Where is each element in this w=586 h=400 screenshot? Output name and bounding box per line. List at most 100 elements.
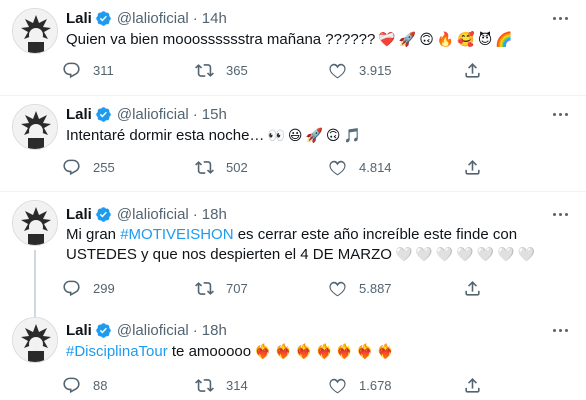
emoji: ❤‍🔥 (295, 344, 313, 360)
timestamp[interactable]: 18h (202, 206, 227, 223)
reply-button[interactable]: 299 (62, 278, 115, 298)
retweet-icon (195, 378, 214, 392)
share-button[interactable] (463, 375, 482, 395)
reply-button[interactable]: 311 (62, 60, 114, 80)
more-icon[interactable] (548, 8, 572, 28)
like-icon (329, 281, 346, 296)
emoji: ❤‍🔥 (356, 344, 374, 360)
emoji: ❤‍🔥 (274, 344, 292, 360)
tweet[interactable]: Lali @lalioficial · 15h Intentaré dormir… (0, 96, 586, 191)
retweet-count: 707 (226, 280, 248, 296)
emoji: 🤍 (435, 247, 454, 263)
like-button[interactable]: 4.814 (328, 157, 392, 177)
author-handle[interactable]: @lalioficial (117, 106, 189, 123)
retweet-count: 502 (226, 159, 248, 175)
share-icon (465, 62, 480, 78)
text-segment: es cerrar este año increíble este finde … (233, 226, 518, 243)
tweet-text: Quien va bien mooosssssstra mañana ?????… (66, 30, 571, 50)
tweet[interactable]: Lali @lalioficial · 18h Mi gran #MOTIVEI… (0, 192, 586, 311)
retweet-button[interactable]: 707 (195, 278, 248, 298)
like-icon (329, 160, 346, 175)
avatar[interactable] (12, 317, 58, 363)
author-name[interactable]: Lali (66, 106, 92, 123)
emoji: ❤‍🔥 (254, 344, 272, 360)
author-name[interactable]: Lali (66, 322, 92, 339)
reply-icon (63, 377, 80, 393)
tweet-text-line: Mi gran #MOTIVEISHON es cerrar este año … (66, 225, 571, 245)
emoji: 🚀 (305, 128, 323, 144)
timestamp[interactable]: 14h (202, 10, 227, 27)
tweet-text: #DisciplinaTour te amooooo ❤‍🔥 ❤‍🔥 ❤‍🔥 ❤‍🔥 ❤‍… (66, 342, 571, 362)
thread-connector (34, 250, 36, 311)
emoji: 👀 (267, 128, 285, 144)
emoji: 😃 (287, 128, 303, 144)
emoji: 🤍 (394, 247, 413, 263)
timestamp[interactable]: 18h (202, 322, 227, 339)
verified-badge-icon (95, 106, 112, 123)
like-icon (329, 63, 346, 78)
hashtag-link[interactable]: #DisciplinaTour (66, 343, 168, 360)
more-icon[interactable] (548, 104, 572, 124)
reply-count: 88 (93, 377, 108, 393)
emoji: 🌈 (495, 32, 513, 48)
author-name[interactable]: Lali (66, 10, 92, 27)
emoji: 🤍 (517, 247, 536, 263)
emoji: 🥰 (457, 32, 475, 48)
retweet-icon (195, 63, 214, 77)
share-button[interactable] (463, 60, 482, 80)
emoji: 🤍 (456, 247, 474, 263)
retweet-button[interactable]: 502 (195, 157, 248, 177)
avatar[interactable] (12, 8, 58, 54)
hashtag-link[interactable]: #MOTIVEISHON (120, 226, 233, 243)
verified-badge-icon (95, 322, 112, 339)
like-count: 1.678 (359, 377, 392, 393)
retweet-icon (195, 281, 214, 295)
like-icon (329, 378, 346, 393)
reply-button[interactable]: 255 (62, 157, 115, 177)
retweet-icon (195, 160, 214, 174)
tweet[interactable]: Lali @lalioficial · 18h #DisciplinaTour … (0, 311, 586, 400)
reply-icon (63, 159, 80, 175)
author-handle[interactable]: @lalioficial (117, 206, 189, 223)
tweet[interactable]: Lali @lalioficial · 14h Quien va bien mo… (0, 0, 586, 95)
retweet-button[interactable]: 314 (195, 375, 248, 395)
share-button[interactable] (463, 278, 482, 298)
author-name[interactable]: Lali (66, 206, 92, 223)
share-icon (465, 377, 480, 393)
like-count: 3.915 (359, 62, 392, 78)
reply-button[interactable]: 88 (62, 375, 107, 395)
reply-icon (63, 280, 80, 296)
like-button[interactable]: 5.887 (328, 278, 392, 298)
text-segment: Mi gran (66, 226, 121, 243)
avatar[interactable] (12, 104, 58, 150)
share-icon (465, 280, 480, 296)
emoji: ❤‍🔥 (335, 344, 354, 360)
like-button[interactable]: 3.915 (328, 60, 392, 80)
like-count: 4.814 (359, 159, 392, 175)
timestamp[interactable]: 15h (202, 106, 227, 123)
tweet-header: Lali @lalioficial · 18h (66, 320, 227, 340)
author-handle[interactable]: @lalioficial (117, 10, 189, 27)
tweet-text-line: #DisciplinaTour te amooooo ❤‍🔥 ❤‍🔥 ❤‍🔥 ❤‍🔥 ❤‍… (66, 342, 571, 362)
retweet-count: 365 (226, 62, 248, 78)
more-icon[interactable] (548, 320, 572, 340)
reply-count: 311 (93, 62, 114, 78)
author-handle[interactable]: @lalioficial (117, 322, 189, 339)
verified-badge-icon (95, 206, 112, 223)
emoji: ❤‍🔥 (376, 344, 395, 360)
emoji: 🙃 (325, 128, 341, 144)
more-icon[interactable] (548, 204, 572, 224)
tweet-text: Mi gran #MOTIVEISHON es cerrar este año … (66, 225, 571, 265)
text-segment: Quien va bien mooosssssstra mañana ?????… (66, 31, 376, 48)
emoji: 🤍 (497, 247, 515, 263)
emoji: ❤‍🩹 (378, 32, 396, 48)
separator-dot: · (192, 205, 198, 223)
like-button[interactable]: 1.678 (328, 375, 392, 395)
separator-dot: · (192, 9, 198, 27)
tweet-text: Intentaré dormir esta noche… 👀 😃 🚀 🙃 🎵 (66, 126, 571, 146)
retweet-button[interactable]: 365 (195, 60, 248, 80)
avatar[interactable] (12, 200, 58, 246)
text-segment: te amooooo (167, 343, 252, 360)
share-button[interactable] (463, 157, 482, 177)
tweet-text-line: USTEDES y que nos despierten el 4 DE MAR… (66, 245, 571, 265)
